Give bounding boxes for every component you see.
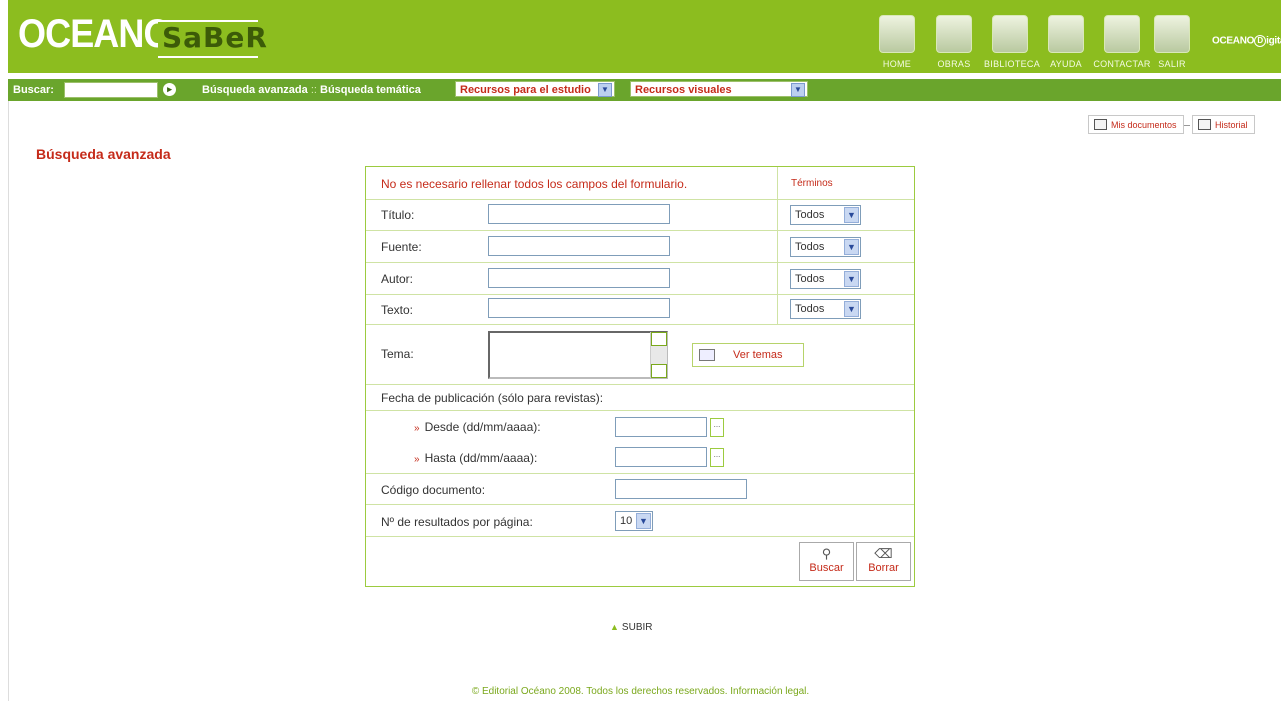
autor-row: Autor: Todos ▼ (366, 263, 914, 295)
fuente-row: Fuente: Todos ▼ (366, 231, 914, 263)
chevron-down-icon: ▼ (636, 513, 651, 529)
fuente-input[interactable] (488, 236, 670, 256)
chevron-down-icon: ▼ (598, 83, 612, 97)
texto-label: Texto: (381, 303, 414, 317)
texto-input[interactable] (488, 298, 670, 318)
fuente-label: Fuente: (381, 240, 422, 254)
advanced-search-form: No es necesario rellenar todos los campo… (365, 166, 915, 587)
study-resources-select[interactable]: Recursos para el estudio ▼ (455, 81, 615, 97)
left-border-line (8, 101, 9, 701)
oceano-digital-logo[interactable]: OCEANODigital (1212, 35, 1281, 47)
titulo-label: Título: (381, 208, 415, 222)
resultados-label: Nº de resultados por página: (381, 515, 533, 529)
nav-obras[interactable]: OBRAS (932, 15, 976, 71)
form-notice-row: No es necesario rellenar todos los campo… (366, 167, 914, 200)
desde-label: » Desde (dd/mm/aaaa): (414, 420, 541, 434)
chevron-down-icon: ▼ (844, 271, 859, 287)
chevron-up-icon: ▲ (610, 622, 619, 632)
divider (1184, 125, 1190, 126)
hasta-calendar-button[interactable]: ... (710, 448, 724, 467)
search-input[interactable] (64, 82, 158, 98)
codigo-row: Código documento: (366, 474, 914, 505)
resultados-select[interactable]: 10 ▼ (615, 511, 653, 531)
tema-row: Tema: Ver temas (366, 325, 914, 385)
nav-salir[interactable]: SALIR (1152, 15, 1192, 71)
page-title: Búsqueda avanzada (36, 146, 171, 162)
header: OCEANO SaBeR HOME OBRAS BIBLIOTECA AYUDA… (8, 0, 1281, 73)
codigo-input[interactable] (615, 479, 747, 499)
nav-biblioteca[interactable]: BIBLIOTECA (984, 15, 1040, 71)
search-bar: Buscar: ▸ Búsqueda avanzada :: Búsqueda … (8, 79, 1281, 101)
eraser-icon: ⌫ (874, 546, 893, 561)
visual-resources-select[interactable]: Recursos visuales ▼ (630, 81, 808, 97)
desde-row: » Desde (dd/mm/aaaa): ... (366, 411, 914, 441)
chevron-down-icon: ▼ (844, 207, 859, 223)
footer: © Editorial Océano 2008. Todos los derec… (471, 686, 810, 697)
chevron-down-icon: ▼ (791, 83, 805, 97)
texto-terms-select[interactable]: Todos ▼ (790, 299, 861, 319)
folder-icon (1094, 119, 1107, 131)
envelope-icon (1104, 15, 1140, 53)
texto-row: Texto: Todos ▼ (366, 295, 914, 325)
desde-input[interactable] (615, 417, 707, 437)
tema-scrollbar[interactable] (650, 332, 667, 378)
hasta-label: » Hasta (dd/mm/aaaa): (414, 451, 538, 465)
desde-calendar-button[interactable]: ... (710, 418, 724, 437)
scroll-up-button[interactable] (651, 332, 667, 346)
saber-logo[interactable]: SaBeR (158, 20, 267, 58)
chevron-down-icon: ▼ (844, 301, 859, 317)
hasta-row: » Hasta (dd/mm/aaaa): ... (366, 442, 914, 474)
scroll-down-button[interactable] (651, 364, 667, 378)
fuente-terms-select[interactable]: Todos ▼ (790, 237, 861, 257)
resultados-row: Nº de resultados por página: 10 ▼ (366, 505, 914, 537)
tema-label: Tema: (381, 347, 414, 361)
oceano-logo[interactable]: OCEANO (18, 14, 172, 54)
subir-link[interactable]: ▲ SUBIR (610, 622, 652, 633)
door-icon (1154, 15, 1190, 53)
search-go-icon[interactable]: ▸ (163, 83, 176, 96)
titulo-input[interactable] (488, 204, 670, 224)
autor-label: Autor: (381, 272, 414, 286)
help-icon (1048, 15, 1084, 53)
nav-contactar[interactable]: CONTACTAR (1092, 15, 1152, 71)
historial-button[interactable]: Historial (1192, 115, 1255, 134)
book-icon (936, 15, 972, 53)
search-icon: ⚲ (821, 546, 832, 561)
advanced-search-link[interactable]: Búsqueda avanzada (202, 84, 308, 96)
autor-terms-select[interactable]: Todos ▼ (790, 269, 861, 289)
edit-icon (699, 349, 715, 361)
document-icon (1198, 119, 1211, 131)
terms-header: Términos (791, 178, 833, 189)
tema-listbox[interactable] (488, 331, 668, 379)
nav-ayuda[interactable]: AYUDA (1046, 15, 1086, 71)
home-icon (879, 15, 915, 53)
form-notice: No es necesario rellenar todos los campo… (381, 177, 688, 191)
hasta-input[interactable] (615, 447, 707, 467)
autor-input[interactable] (488, 268, 670, 288)
link-separator: :: (310, 84, 317, 96)
buscar-button[interactable]: ⚲ Buscar (799, 542, 854, 581)
titulo-row: Título: Todos ▼ (366, 199, 914, 231)
fecha-row: Fecha de publicación (sólo para revistas… (366, 385, 914, 411)
search-label: Buscar: (13, 84, 54, 96)
codigo-label: Código documento: (381, 483, 486, 497)
nav-home[interactable]: HOME (876, 15, 918, 71)
search-links: Búsqueda avanzada :: Búsqueda temática (202, 84, 421, 96)
titulo-terms-select[interactable]: Todos ▼ (790, 205, 861, 225)
ver-temas-button[interactable]: Ver temas (692, 343, 804, 367)
mis-documentos-button[interactable]: Mis documentos (1088, 115, 1184, 134)
chevron-down-icon: ▼ (844, 239, 859, 255)
fecha-label: Fecha de publicación (sólo para revistas… (381, 391, 604, 405)
library-icon (992, 15, 1028, 53)
thematic-search-link[interactable]: Búsqueda temática (320, 84, 421, 96)
borrar-button[interactable]: ⌫ Borrar (856, 542, 911, 581)
